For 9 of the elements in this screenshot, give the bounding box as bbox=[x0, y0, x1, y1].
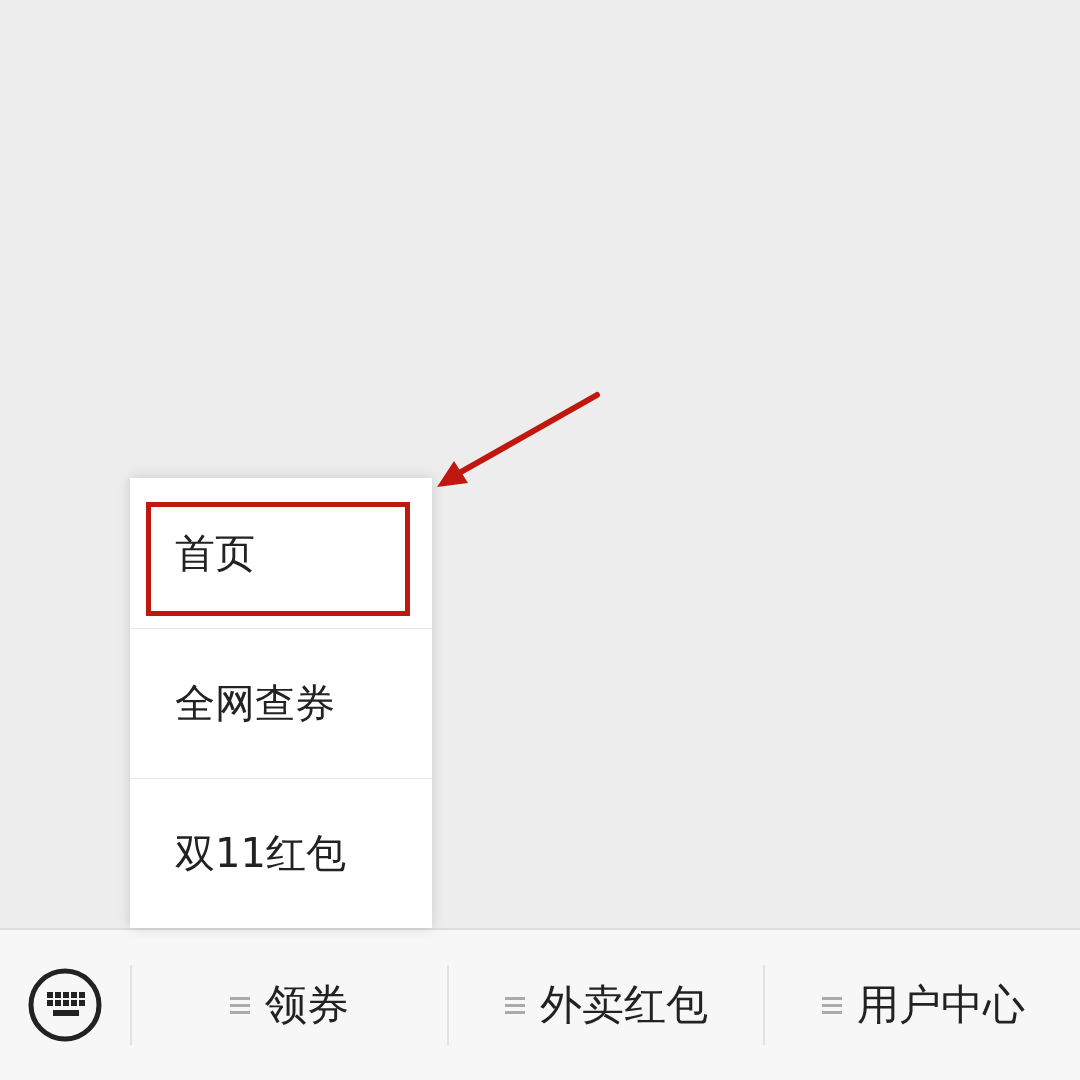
menu-item[interactable]: 全网查券 bbox=[130, 628, 432, 778]
menu-tab[interactable]: 用户中心 bbox=[765, 965, 1080, 1045]
menu-tab[interactable]: 外卖红包 bbox=[448, 965, 766, 1045]
menu-icon bbox=[229, 994, 252, 1016]
menu-icon bbox=[820, 994, 843, 1016]
menu-item[interactable]: 首页 bbox=[130, 478, 432, 628]
menu-tab[interactable]: 领券 bbox=[132, 965, 449, 1045]
keyboard-icon[interactable] bbox=[28, 968, 102, 1042]
menu-icon bbox=[504, 994, 526, 1016]
